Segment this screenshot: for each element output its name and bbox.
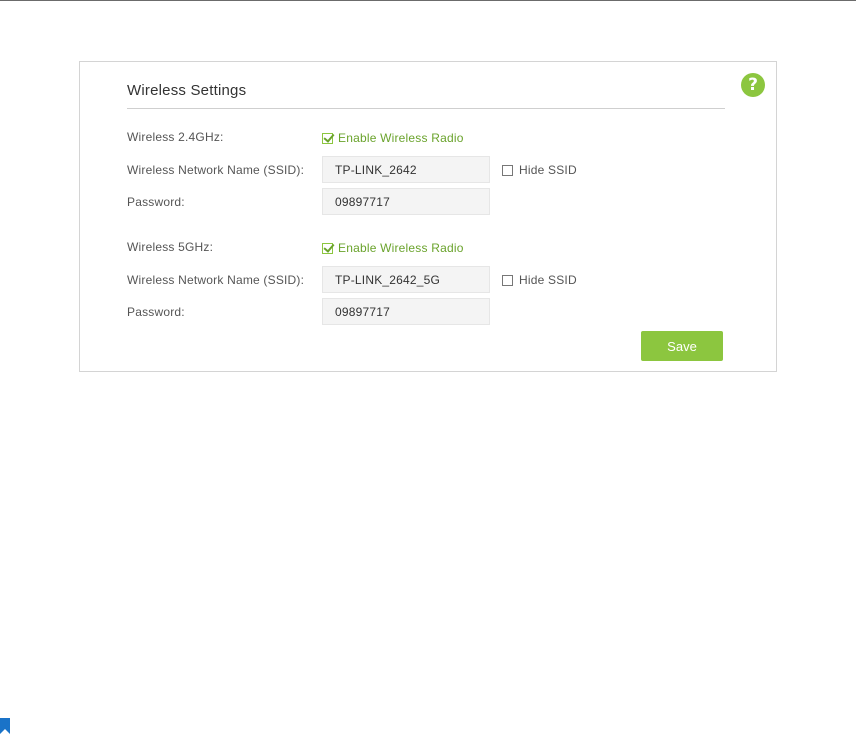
checkbox-empty-icon[interactable] [502, 164, 513, 176]
band-24-password-label: Password: [127, 195, 185, 209]
save-button[interactable]: Save [641, 331, 723, 361]
title-divider [127, 108, 725, 109]
band-5-password-label: Password: [127, 305, 185, 319]
band-24-label: Wireless 2.4GHz: [127, 130, 224, 144]
band-24-enable-label: Enable Wireless Radio [338, 131, 464, 145]
wireless-settings-panel: ? Wireless Settings Wireless 2.4GHz: Ena… [79, 61, 777, 372]
check-icon[interactable] [322, 132, 333, 144]
band-5-label: Wireless 5GHz: [127, 240, 214, 254]
band-24-hide-ssid-label: Hide SSID [519, 163, 577, 177]
band-5-enable-checkbox[interactable]: Enable Wireless Radio [322, 241, 464, 255]
top-divider [0, 0, 856, 1]
band-24-password-input[interactable] [322, 188, 490, 215]
section-title: Wireless Settings [127, 82, 247, 99]
band-5-ssid-label: Wireless Network Name (SSID): [127, 273, 305, 287]
band-5-enable-label: Enable Wireless Radio [338, 241, 464, 255]
bookmark-icon [0, 718, 10, 734]
help-icon[interactable]: ? [741, 73, 765, 97]
band-5-ssid-input[interactable] [322, 266, 490, 293]
band-24-ssid-label: Wireless Network Name (SSID): [127, 163, 305, 177]
check-icon[interactable] [322, 242, 333, 254]
band-5-hide-ssid-checkbox[interactable]: Hide SSID [502, 273, 577, 287]
band-24-enable-checkbox[interactable]: Enable Wireless Radio [322, 131, 464, 145]
band-24-hide-ssid-checkbox[interactable]: Hide SSID [502, 163, 577, 177]
band-5-hide-ssid-label: Hide SSID [519, 273, 577, 287]
band-24-ssid-input[interactable] [322, 156, 490, 183]
band-5-password-input[interactable] [322, 298, 490, 325]
checkbox-empty-icon[interactable] [502, 274, 513, 286]
